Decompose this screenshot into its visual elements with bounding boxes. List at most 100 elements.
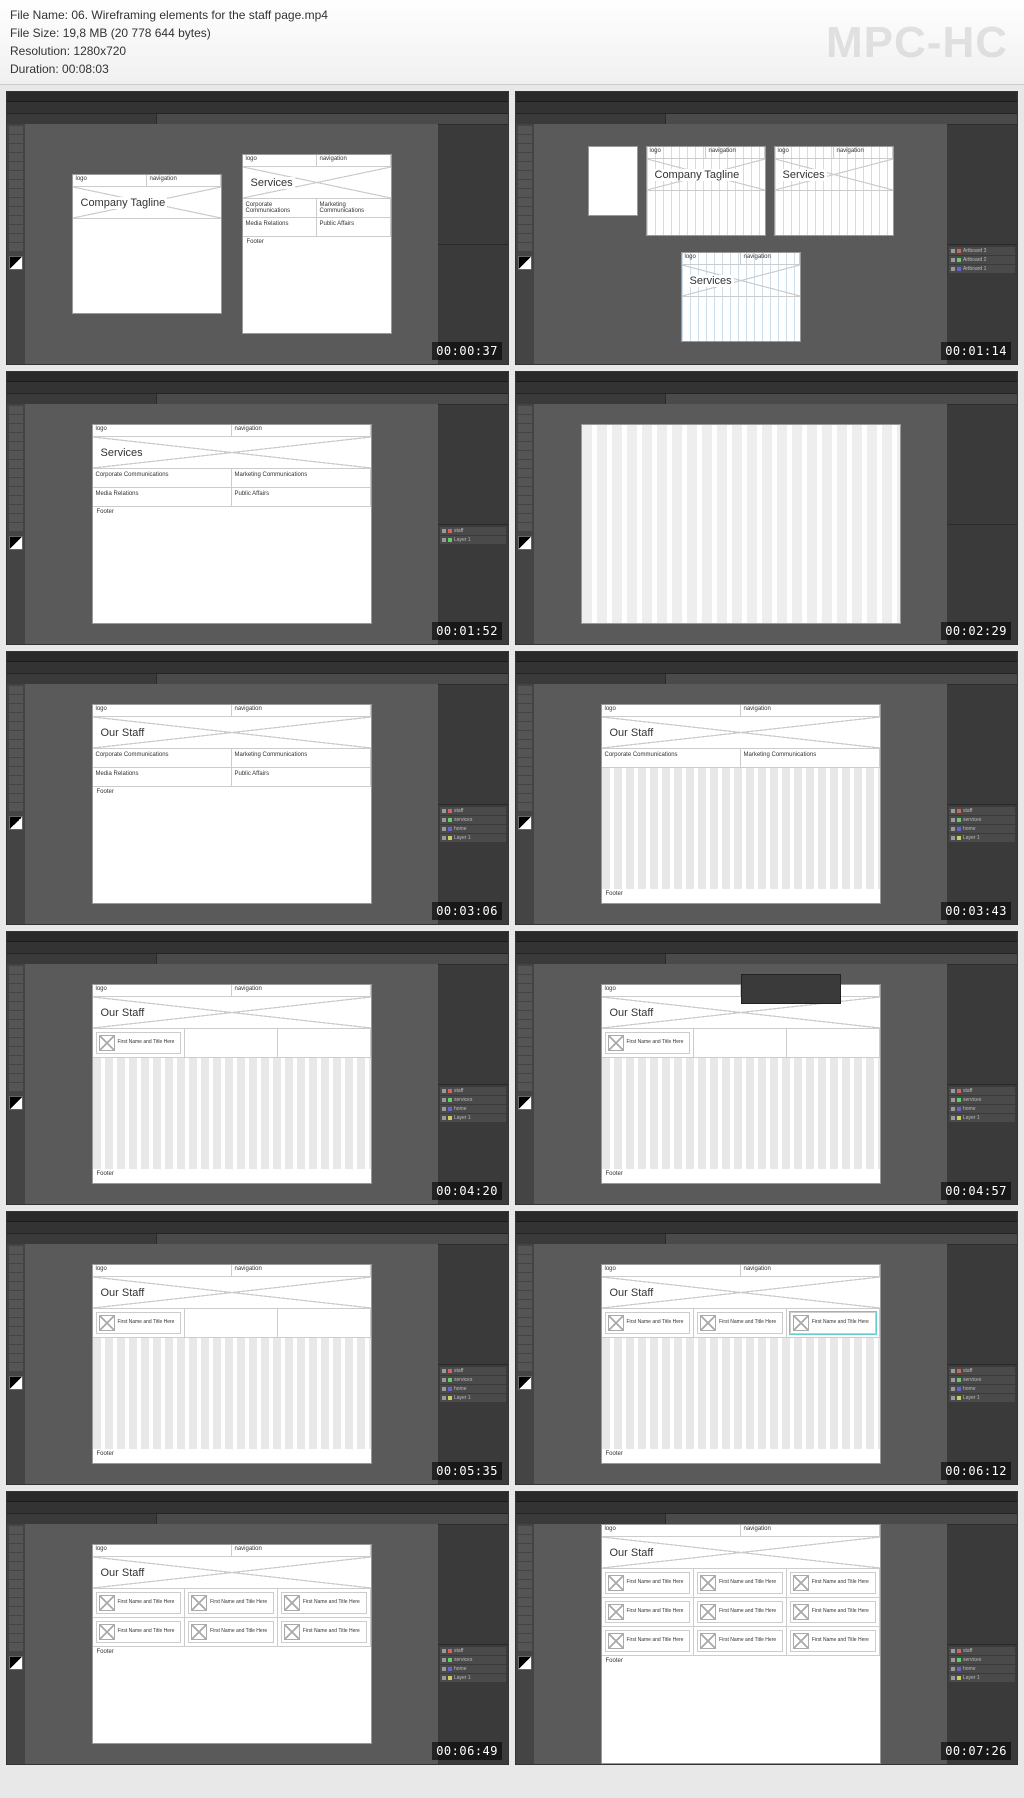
tool-icon[interactable] bbox=[9, 966, 23, 974]
tool-icon[interactable] bbox=[9, 487, 23, 495]
tool-icon[interactable] bbox=[9, 1571, 23, 1579]
tool-icon[interactable] bbox=[9, 442, 23, 450]
canvas-area[interactable]: logonavigationCompany Tagline logonavigat… bbox=[534, 124, 947, 364]
visibility-icon[interactable] bbox=[442, 1658, 446, 1662]
app-menubar[interactable] bbox=[516, 932, 1017, 942]
tool-panel[interactable] bbox=[7, 404, 25, 644]
tool-icon[interactable] bbox=[518, 451, 532, 459]
app-menubar[interactable] bbox=[516, 1492, 1017, 1502]
tool-panel[interactable] bbox=[7, 964, 25, 1204]
visibility-icon[interactable] bbox=[951, 1116, 955, 1120]
app-menubar[interactable] bbox=[7, 372, 508, 382]
layer-row[interactable]: home bbox=[949, 1665, 1015, 1673]
visibility-icon[interactable] bbox=[442, 1098, 446, 1102]
layer-row[interactable]: Layer 1 bbox=[440, 1674, 506, 1682]
visibility-icon[interactable] bbox=[442, 836, 446, 840]
tool-icon[interactable] bbox=[9, 415, 23, 423]
tool-icon[interactable] bbox=[518, 1526, 532, 1534]
tool-icon[interactable] bbox=[9, 478, 23, 486]
layer-row[interactable]: home bbox=[440, 1665, 506, 1673]
tool-icon[interactable] bbox=[9, 1246, 23, 1254]
layer-row[interactable]: Layer 1 bbox=[440, 1394, 506, 1402]
tool-icon[interactable] bbox=[518, 415, 532, 423]
color-swatch[interactable] bbox=[518, 256, 532, 270]
layer-row[interactable]: staff bbox=[949, 1647, 1015, 1655]
canvas-area[interactable]: logonavigationOur Staff First Name and T… bbox=[25, 964, 438, 1204]
tool-icon[interactable] bbox=[9, 794, 23, 802]
tool-icon[interactable] bbox=[9, 1345, 23, 1353]
document-tab[interactable] bbox=[7, 1514, 157, 1524]
app-toolbar[interactable] bbox=[7, 942, 508, 954]
tool-icon[interactable] bbox=[518, 1020, 532, 1028]
tool-icon[interactable] bbox=[9, 1074, 23, 1082]
color-swatch[interactable] bbox=[518, 536, 532, 550]
visibility-icon[interactable] bbox=[442, 1378, 446, 1382]
canvas-area[interactable]: logonavigationOur Staff First Name and T… bbox=[534, 1244, 947, 1484]
tool-icon[interactable] bbox=[9, 803, 23, 811]
layer-row[interactable]: staff bbox=[949, 1087, 1015, 1095]
layer-row[interactable]: services bbox=[440, 1096, 506, 1104]
artboard[interactable]: logonavigationServices bbox=[681, 252, 801, 342]
visibility-icon[interactable] bbox=[951, 267, 955, 271]
tool-icon[interactable] bbox=[518, 1580, 532, 1588]
visibility-icon[interactable] bbox=[442, 1396, 446, 1400]
canvas-area[interactable]: logonavigationOur Staff First Name and T… bbox=[25, 1524, 438, 1764]
tool-icon[interactable] bbox=[9, 1029, 23, 1037]
artboard[interactable]: logonavigationOur Staff First Name and T… bbox=[601, 1524, 881, 1764]
visibility-icon[interactable] bbox=[951, 836, 955, 840]
visibility-icon[interactable] bbox=[442, 1387, 446, 1391]
tool-icon[interactable] bbox=[9, 180, 23, 188]
visibility-icon[interactable] bbox=[442, 827, 446, 831]
tool-icon[interactable] bbox=[518, 767, 532, 775]
tool-icon[interactable] bbox=[518, 1300, 532, 1308]
tool-icon[interactable] bbox=[9, 1318, 23, 1326]
layer-row[interactable]: services bbox=[949, 1656, 1015, 1664]
visibility-icon[interactable] bbox=[442, 1369, 446, 1373]
tool-icon[interactable] bbox=[9, 975, 23, 983]
tool-icon[interactable] bbox=[9, 1616, 23, 1624]
artboard[interactable]: logonavigationOur Staff First Name and T… bbox=[92, 1264, 372, 1464]
layer-row[interactable]: Artboard 1 bbox=[949, 265, 1015, 273]
document-tab[interactable] bbox=[516, 114, 666, 124]
tool-icon[interactable] bbox=[518, 1083, 532, 1091]
tool-icon[interactable] bbox=[9, 767, 23, 775]
tool-icon[interactable] bbox=[518, 424, 532, 432]
visibility-icon[interactable] bbox=[442, 529, 446, 533]
tool-icon[interactable] bbox=[518, 406, 532, 414]
video-thumbnail[interactable]: logonavigationOur Staff First Name and T… bbox=[6, 931, 509, 1205]
tool-icon[interactable] bbox=[518, 433, 532, 441]
tool-icon[interactable] bbox=[518, 1047, 532, 1055]
color-swatch[interactable] bbox=[9, 1376, 23, 1390]
tool-icon[interactable] bbox=[9, 424, 23, 432]
tool-icon[interactable] bbox=[9, 731, 23, 739]
layer-row[interactable]: home bbox=[949, 1105, 1015, 1113]
layer-row[interactable]: home bbox=[949, 825, 1015, 833]
tool-icon[interactable] bbox=[518, 803, 532, 811]
layer-row[interactable]: staff bbox=[949, 1367, 1015, 1375]
layer-row[interactable]: Layer 1 bbox=[949, 834, 1015, 842]
tool-icon[interactable] bbox=[518, 1065, 532, 1073]
color-swatch[interactable] bbox=[9, 1656, 23, 1670]
tool-icon[interactable] bbox=[518, 180, 532, 188]
tool-icon[interactable] bbox=[9, 1309, 23, 1317]
tool-panel[interactable] bbox=[7, 124, 25, 364]
tool-icon[interactable] bbox=[518, 695, 532, 703]
tool-icon[interactable] bbox=[518, 198, 532, 206]
tool-icon[interactable] bbox=[518, 776, 532, 784]
tool-icon[interactable] bbox=[518, 1553, 532, 1561]
layer-row[interactable]: services bbox=[949, 816, 1015, 824]
visibility-icon[interactable] bbox=[951, 1378, 955, 1382]
tool-icon[interactable] bbox=[518, 794, 532, 802]
visibility-icon[interactable] bbox=[951, 1107, 955, 1111]
tool-icon[interactable] bbox=[518, 207, 532, 215]
tool-icon[interactable] bbox=[518, 153, 532, 161]
artboard[interactable]: logonavigationCompany Tagline bbox=[646, 146, 766, 236]
tool-icon[interactable] bbox=[518, 740, 532, 748]
artboard[interactable]: logonavigationOur Staff First Name and T… bbox=[92, 1544, 372, 1744]
tool-icon[interactable] bbox=[518, 487, 532, 495]
tool-icon[interactable] bbox=[518, 135, 532, 143]
visibility-icon[interactable] bbox=[951, 1649, 955, 1653]
tool-icon[interactable] bbox=[9, 993, 23, 1001]
tool-icon[interactable] bbox=[9, 496, 23, 504]
video-thumbnail[interactable]: logonavigationOur Staff First Name and T… bbox=[515, 931, 1018, 1205]
